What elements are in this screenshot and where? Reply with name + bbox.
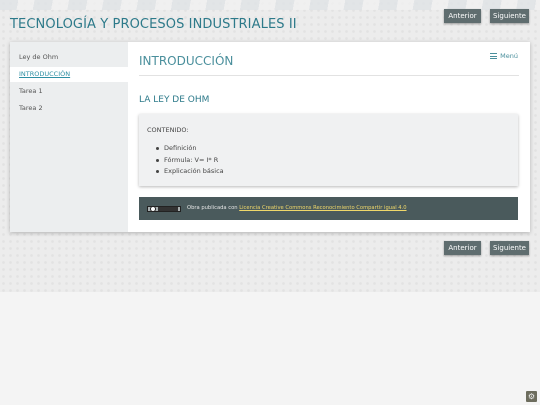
content-label: CONTENIDO: xyxy=(147,126,189,134)
next-button-top[interactable]: Siguiente xyxy=(490,9,529,23)
list-item: Definición xyxy=(156,143,224,155)
previous-button-bottom[interactable]: Anterior xyxy=(444,241,481,255)
page-title: INTRODUCCIÓN xyxy=(139,54,234,68)
list-item: Explicación básica xyxy=(156,166,224,178)
license-footer: Obra publicada con Licencia Creative Com… xyxy=(139,197,518,220)
site-title: TECNOLOGÍA Y PROCESOS INDUSTRIALES II xyxy=(10,17,297,32)
content-list: Definición Fórmula: V= I* R Explicación … xyxy=(156,143,224,178)
next-button-bottom[interactable]: Siguiente xyxy=(490,241,529,255)
list-item: Fórmula: V= I* R xyxy=(156,155,224,167)
settings-icon[interactable]: ⚙ xyxy=(526,391,537,402)
sidebar: Ley de Ohm INTRODUCCIÓN Tarea 1 Tarea 2 xyxy=(10,42,128,232)
content-card: Ley de Ohm INTRODUCCIÓN Tarea 1 Tarea 2 … xyxy=(10,42,530,232)
content-box: CONTENIDO: Definición Fórmula: V= I* R E… xyxy=(139,114,518,186)
previous-button-top[interactable]: Anterior xyxy=(444,9,481,23)
main-content: INTRODUCCIÓN Menú LA LEY DE OHM CONTENID… xyxy=(128,42,530,232)
sidebar-item-introduccion[interactable]: INTRODUCCIÓN xyxy=(10,67,128,82)
hamburger-icon xyxy=(490,53,498,59)
menu-button[interactable]: Menú xyxy=(490,52,518,60)
license-link[interactable]: Licencia Creative Commons Reconocimiento… xyxy=(239,205,406,211)
license-text: Obra publicada con Licencia Creative Com… xyxy=(187,205,407,211)
license-prefix: Obra publicada con xyxy=(187,205,240,211)
sidebar-item-tarea-2[interactable]: Tarea 2 xyxy=(10,101,128,116)
sidebar-item-ley-de-ohm[interactable]: Ley de Ohm xyxy=(10,50,128,65)
title-divider xyxy=(139,75,519,76)
section-title: LA LEY DE OHM xyxy=(139,95,210,105)
cc-license-icon[interactable] xyxy=(147,206,181,212)
menu-label: Menú xyxy=(500,52,518,60)
sidebar-item-tarea-1[interactable]: Tarea 1 xyxy=(10,84,128,99)
